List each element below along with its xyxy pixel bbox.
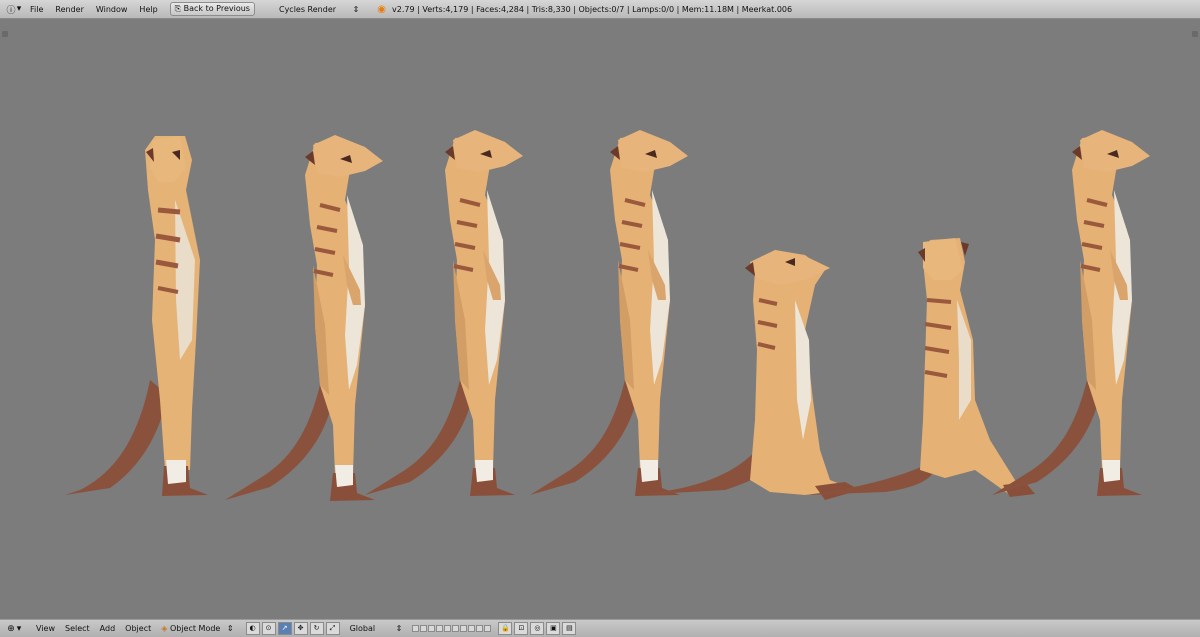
viewport-shading-icon[interactable]: ◐ — [245, 622, 260, 635]
meerkat-1 — [65, 136, 208, 496]
menu-render[interactable]: Render — [55, 5, 83, 14]
info-icon[interactable]: ⓘ — [6, 3, 16, 16]
manipulator-icon[interactable]: ↗ — [277, 622, 292, 635]
meerkat-3 — [363, 128, 525, 498]
meerkat-2 — [223, 133, 385, 503]
back-icon: ⎘ — [174, 4, 184, 13]
editor-type-icon[interactable]: ⊕ — [6, 624, 16, 634]
meerkat-scene — [0, 128, 1152, 503]
menu-window[interactable]: Window — [96, 5, 128, 14]
back-to-previous-button[interactable]: ⎘ Back to Previous — [169, 2, 255, 16]
menu-file[interactable]: File — [30, 5, 43, 14]
cube-icon: ◈ — [161, 624, 168, 633]
dropdown-icon: ⇕ — [395, 624, 403, 633]
scale-icon[interactable]: ⤢ — [325, 622, 340, 635]
blender-logo-icon: ◉ — [377, 3, 387, 15]
snap-icon[interactable]: ⊡ — [514, 622, 529, 635]
layer-buttons[interactable] — [412, 624, 492, 633]
meerkat-4 — [528, 128, 690, 498]
translate-icon[interactable]: ✥ — [293, 622, 308, 635]
render-engine-select[interactable]: Cycles Render ⇕ — [279, 5, 359, 14]
proportional-edit-icon[interactable]: ◎ — [530, 622, 545, 635]
back-to-previous-label: Back to Previous — [183, 4, 250, 13]
dropdown-icon: ⇕ — [226, 624, 234, 633]
orientation-label: Global — [349, 624, 376, 633]
camera-icon[interactable]: ▤ — [562, 622, 577, 635]
top-header: ⓘ ▾ File Render Window Help ⎘ Back to Pr… — [0, 0, 1200, 19]
render-engine-label: Cycles Render — [278, 4, 337, 14]
menu-add[interactable]: Add — [100, 624, 116, 633]
meerkat-6 — [805, 238, 1035, 497]
mode-select[interactable]: ◈ Object Mode ⇕ — [161, 624, 233, 633]
menu-bar: File Render Window Help — [30, 5, 170, 14]
lock-icon[interactable]: 🔒 — [498, 622, 513, 635]
dropdown-icon: ⇕ — [352, 4, 360, 14]
menu-object[interactable]: Object — [125, 624, 151, 633]
orientation-select[interactable]: Global ⇕ — [350, 624, 403, 633]
chevron-icon[interactable]: ▾ — [16, 4, 22, 14]
3d-viewport[interactable] — [0, 19, 1200, 619]
rotate-icon[interactable]: ↻ — [309, 622, 324, 635]
scene-stats: v2.79 | Verts:4,179 | Faces:4,284 | Tris… — [392, 4, 793, 14]
menu-select[interactable]: Select — [65, 624, 90, 633]
viewport-header: ⊕ ▾ View Select Add Object ◈ Object Mode… — [0, 619, 1200, 637]
meerkat-7 — [990, 128, 1152, 498]
mode-label: Object Mode — [169, 624, 221, 633]
render-preview-icon[interactable]: ▣ — [546, 622, 561, 635]
menu-help[interactable]: Help — [139, 5, 157, 14]
menu-view[interactable]: View — [36, 624, 55, 633]
pivot-point-icon[interactable]: ⊙ — [261, 622, 276, 635]
chevron-icon[interactable]: ▾ — [16, 624, 22, 634]
